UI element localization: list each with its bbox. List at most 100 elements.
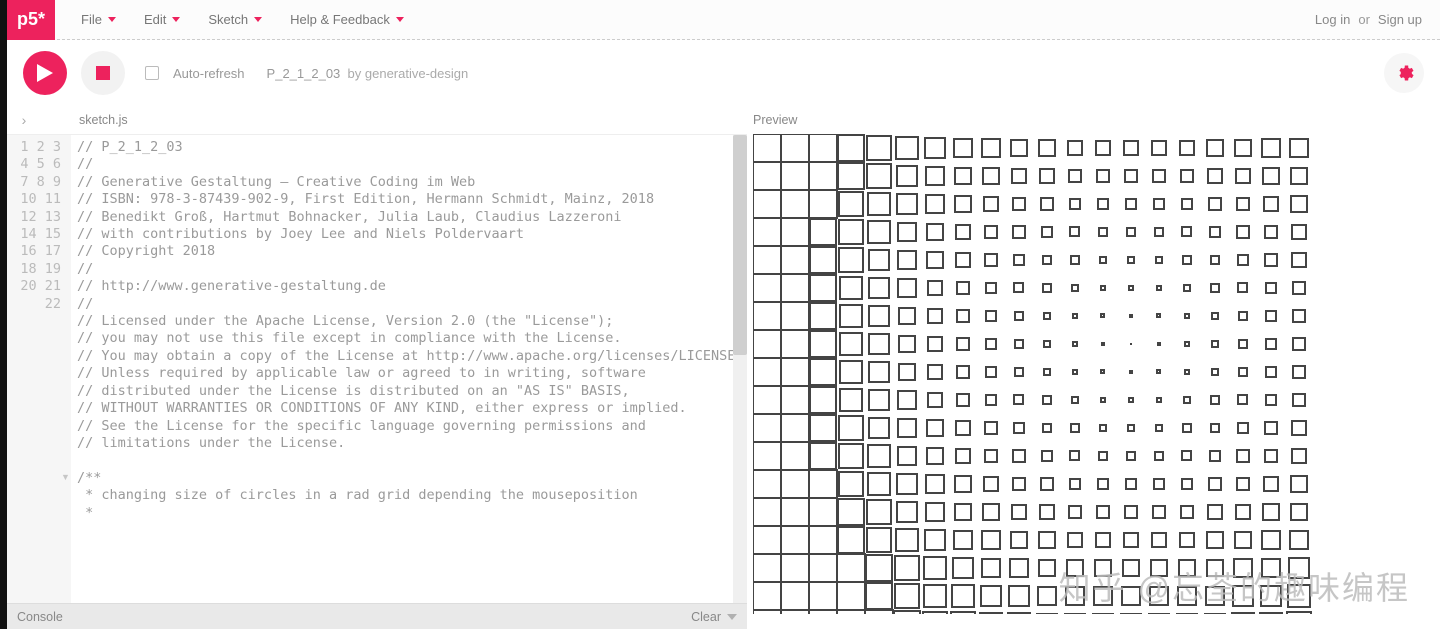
grid-square	[1261, 138, 1280, 157]
grid-square	[1156, 397, 1163, 404]
grid-square	[1263, 196, 1279, 212]
grid-square	[809, 274, 837, 302]
grid-square	[753, 273, 782, 302]
grid-square	[896, 501, 919, 524]
logo[interactable]: p5*	[7, 0, 55, 40]
sketch-title[interactable]: P_2_1_2_03 by generative-design	[267, 66, 469, 81]
grid-square	[839, 388, 864, 413]
grid-square	[780, 273, 809, 302]
grid-square	[1184, 313, 1191, 320]
code-content[interactable]: // P_2_1_2_03 // // Generative Gestaltun…	[71, 135, 747, 603]
grid-square	[1011, 504, 1027, 520]
grid-square	[809, 358, 836, 385]
file-tab[interactable]: sketch.js	[43, 113, 128, 127]
grid-square	[1042, 395, 1051, 404]
grid-square	[1042, 255, 1053, 266]
grid-square	[897, 278, 916, 297]
grid-square	[1149, 586, 1169, 606]
grid-square	[1094, 559, 1112, 577]
grid-square	[1289, 530, 1309, 550]
grid-square	[1127, 256, 1135, 264]
grid-square	[1176, 613, 1198, 614]
sidebar-expand-icon[interactable]: ›	[15, 112, 33, 128]
grid-square	[1235, 504, 1251, 520]
menu-file[interactable]: File	[67, 0, 130, 40]
grid-square	[1181, 450, 1192, 461]
grid-square	[1042, 283, 1051, 292]
auto-refresh-checkbox[interactable]	[145, 66, 159, 80]
stop-button[interactable]	[81, 51, 125, 95]
play-button[interactable]	[23, 51, 67, 95]
grid-square	[1155, 424, 1163, 432]
menu-help-feedback[interactable]: Help & Feedback	[276, 0, 418, 40]
grid-square	[1069, 226, 1080, 237]
grid-square	[753, 413, 782, 442]
menu-label: Sketch	[208, 12, 248, 27]
grid-square	[897, 390, 916, 409]
grid-square	[809, 330, 836, 357]
grid-square	[1178, 559, 1196, 577]
grid-square	[780, 217, 809, 246]
grid-square	[868, 277, 890, 299]
grid-square	[1072, 313, 1079, 320]
grid-square	[1014, 367, 1024, 377]
preview-canvas[interactable]	[753, 134, 1313, 614]
grid-square	[1207, 504, 1222, 519]
menu-sketch[interactable]: Sketch	[194, 0, 276, 40]
signup-link[interactable]: Sign up	[1378, 12, 1422, 27]
grid-square	[979, 612, 1003, 614]
grid-square	[868, 333, 890, 355]
editor-scrollbar-thumb[interactable]	[733, 135, 747, 355]
grid-square	[926, 223, 944, 241]
login-link[interactable]: Log in	[1315, 12, 1350, 27]
grid-square	[1013, 254, 1025, 266]
grid-square	[808, 134, 837, 163]
grid-square	[838, 247, 863, 272]
grid-square	[1043, 340, 1051, 348]
grid-square	[1181, 478, 1194, 491]
console-clear-button[interactable]: Clear	[691, 610, 737, 624]
grid-square	[1012, 449, 1025, 462]
grid-square	[780, 245, 809, 274]
grid-square	[1292, 393, 1307, 408]
grid-square	[985, 366, 997, 378]
grid-square	[1206, 559, 1225, 578]
grid-square	[1100, 397, 1107, 404]
grid-square	[927, 336, 943, 352]
grid-square	[925, 502, 945, 522]
menu-label: File	[81, 12, 102, 27]
grid-square	[897, 446, 918, 467]
grid-square	[1234, 139, 1252, 157]
grid-square	[1263, 476, 1279, 492]
grid-square	[1100, 285, 1107, 292]
code-editor[interactable]: 1 2 3 4 5 6 7 8 9 10 11 12 13 14 15 16 1…	[7, 134, 747, 603]
grid-square	[867, 444, 890, 467]
grid-square	[1156, 369, 1161, 374]
grid-square	[1096, 505, 1110, 519]
grid-square	[1040, 197, 1054, 211]
grid-square	[808, 189, 837, 218]
grid-square	[780, 134, 809, 163]
grid-square	[837, 526, 866, 555]
grid-square	[1231, 612, 1254, 614]
grid-square	[922, 611, 948, 614]
grid-square	[1260, 585, 1282, 607]
menu-edit[interactable]: Edit	[130, 0, 194, 40]
grid-square	[866, 163, 891, 188]
fold-arrow-icon[interactable]: ▼	[61, 472, 70, 482]
grid-square	[924, 137, 946, 159]
grid-square	[836, 609, 865, 614]
grid-square	[1037, 586, 1058, 607]
grid-square	[1155, 256, 1163, 264]
grid-square	[1013, 422, 1025, 434]
settings-button[interactable]	[1384, 53, 1424, 93]
grid-square	[984, 225, 999, 240]
grid-square	[1182, 423, 1191, 432]
editor-scrollbar-track[interactable]	[733, 135, 747, 603]
grid-square	[1292, 337, 1306, 351]
author-link[interactable]: generative-design	[365, 66, 468, 81]
grid-square	[953, 138, 973, 158]
grid-square	[1206, 139, 1223, 156]
grid-square	[866, 527, 892, 553]
grid-square	[1011, 168, 1027, 184]
